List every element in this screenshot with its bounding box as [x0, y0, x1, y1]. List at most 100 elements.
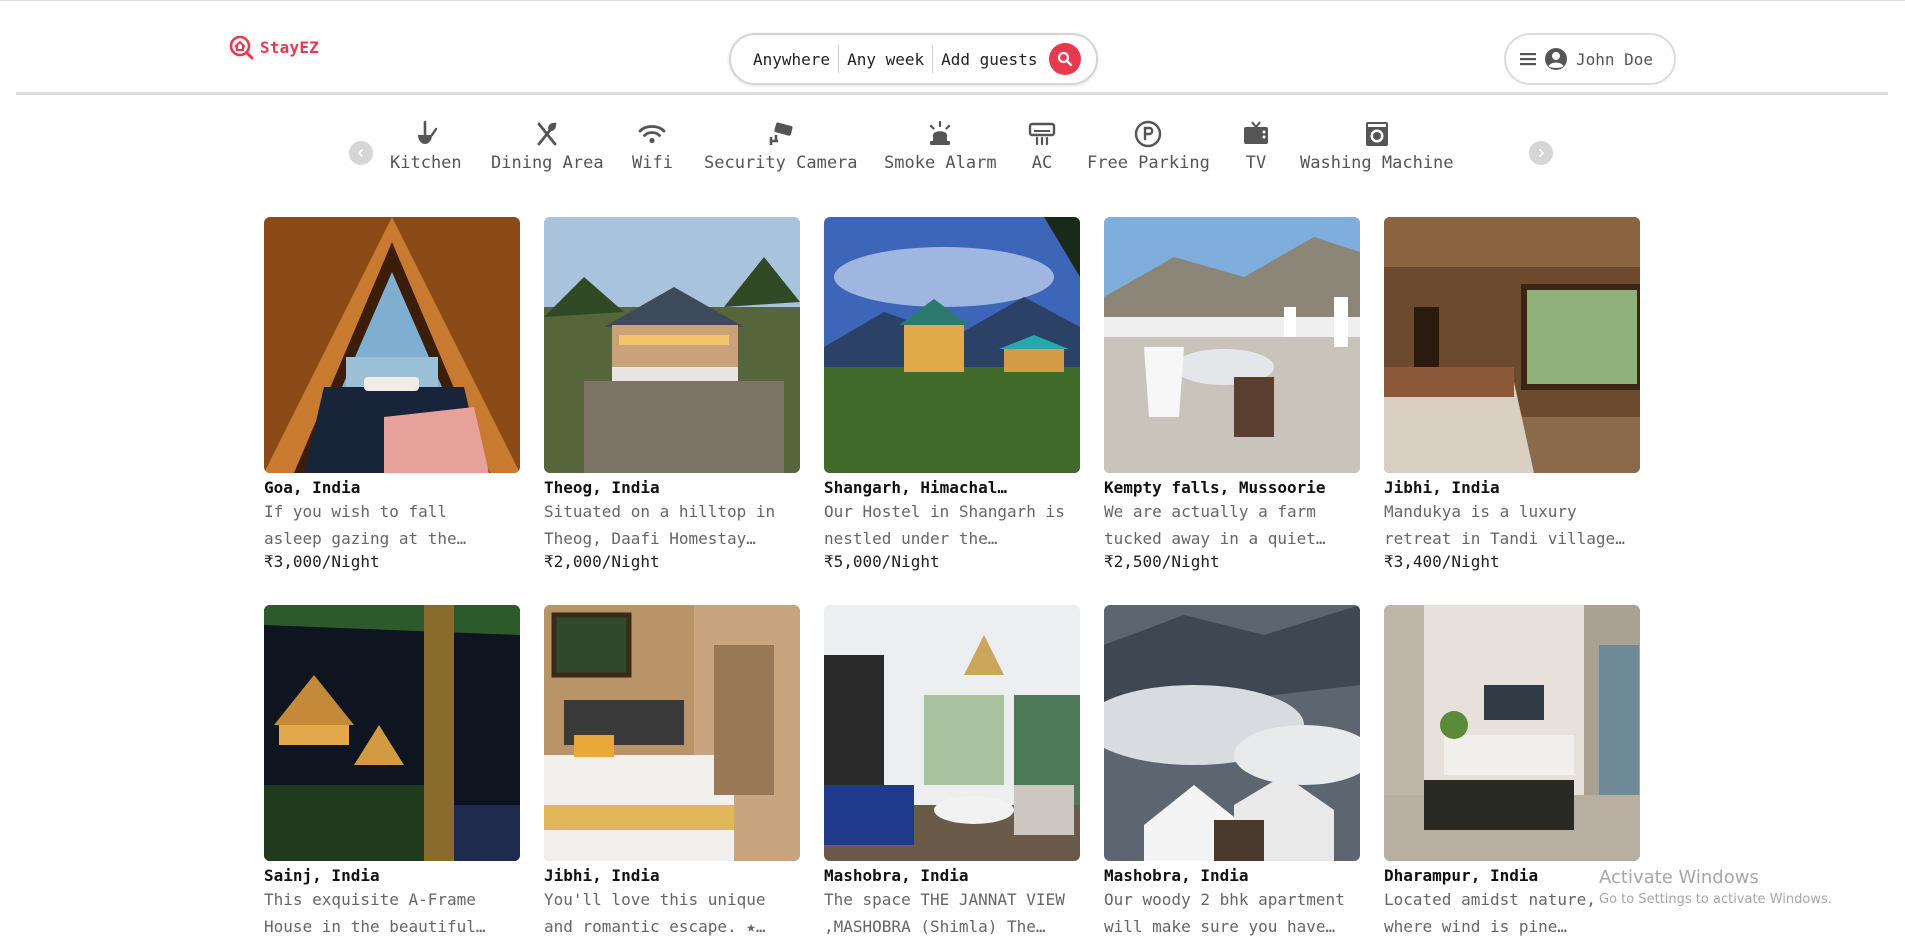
- listing-card[interactable]: Jibhi, India You'll love this unique and…: [544, 605, 800, 939]
- amenity-label: Security Camera: [704, 153, 858, 173]
- listing-image: [1104, 217, 1360, 473]
- search-where[interactable]: Anywhere: [745, 50, 838, 69]
- listing-description: You'll love this unique and romantic esc…: [544, 886, 800, 939]
- listing-image: [1384, 605, 1640, 861]
- amenity-label: TV: [1245, 153, 1267, 173]
- listing-description: Mandukya is a luxury retreat in Tandi vi…: [1384, 498, 1640, 552]
- listing-desc-line: We are actually a farm: [1104, 502, 1316, 521]
- listing-desc-line: and romantic escape. ★…: [544, 917, 766, 936]
- search-guests[interactable]: Add guests: [933, 50, 1045, 69]
- listing-photo[interactable]: [264, 217, 520, 473]
- listing-image: [824, 217, 1080, 473]
- listing-desc-line: Our Hostel in Shangarh is: [824, 502, 1065, 521]
- listing-price: ₹3,000/Night: [264, 552, 380, 571]
- fork-knife-icon: [537, 122, 557, 146]
- listing-title: Kempty falls, Mussoorie: [1104, 478, 1326, 497]
- listing-photo[interactable]: [1104, 217, 1360, 473]
- listing-photo[interactable]: [824, 217, 1080, 473]
- amenity-label: Washing Machine: [1300, 153, 1454, 173]
- listing-desc-line: Situated on a hilltop in: [544, 502, 776, 521]
- search-when[interactable]: Any week: [839, 50, 932, 69]
- listing-desc-line: tucked away in a quiet…: [1104, 529, 1326, 548]
- listing-photo[interactable]: [824, 605, 1080, 861]
- user-menu-button[interactable]: John Doe: [1504, 33, 1676, 85]
- alarm-icon: [930, 120, 951, 145]
- listing-desc-line: asleep gazing at the…: [264, 529, 467, 548]
- listing-desc-line: You'll love this unique: [544, 890, 766, 909]
- listing-card[interactable]: Theog, India Situated on a hilltop in Th…: [544, 217, 800, 571]
- amenity-kitchen[interactable]: Kitchen: [390, 119, 462, 173]
- security-camera-icon: [769, 122, 793, 145]
- listing-image: [1384, 217, 1640, 473]
- listing-image: [264, 605, 520, 861]
- amenity-ac[interactable]: AC: [1027, 119, 1057, 173]
- listing-card[interactable]: Mashobra, India The space THE JANNAT VIE…: [824, 605, 1080, 939]
- listing-desc-line: ,MASHOBRA (Shimla) The…: [824, 917, 1046, 936]
- listing-photo[interactable]: [264, 605, 520, 861]
- listing-card[interactable]: Goa, India If you wish to fall asleep ga…: [264, 217, 520, 571]
- listing-card[interactable]: Sainj, India This exquisite A-Frame Hous…: [264, 605, 520, 939]
- listing-photo[interactable]: [1384, 605, 1640, 861]
- listing-description: Situated on a hilltop in Theog, Daafi Ho…: [544, 498, 800, 552]
- washing-machine-icon: [1365, 122, 1388, 146]
- amenity-label: Free Parking: [1087, 153, 1210, 173]
- listing-card[interactable]: Shangarh, Himachal… Our Hostel in Shanga…: [824, 217, 1080, 571]
- listing-title: Jibhi, India: [544, 866, 660, 885]
- user-circle-icon: [1545, 48, 1567, 70]
- tv-icon: [1244, 121, 1268, 144]
- listing-card[interactable]: Kempty falls, Mussoorie We are actually …: [1104, 217, 1360, 571]
- listing-desc-line: nestled under the…: [824, 529, 998, 548]
- header: StayEZ Anywhere Any week Add guests John…: [0, 0, 1905, 96]
- listing-desc-line: Our woody 2 bhk apartment: [1104, 890, 1345, 909]
- listing-price: ₹2,500/Night: [1104, 552, 1220, 571]
- listing-desc-line: Mandukya is a luxury: [1384, 502, 1577, 521]
- listing-desc-line: retreat in Tandi village…: [1384, 529, 1625, 548]
- listing-photo[interactable]: [1104, 605, 1360, 861]
- listing-description: We are actually a farm tucked away in a …: [1104, 498, 1360, 552]
- amenity-wifi[interactable]: Wifi: [632, 119, 673, 173]
- listing-photo[interactable]: [544, 605, 800, 861]
- listing-title: Jibhi, India: [1384, 478, 1500, 497]
- listing-description: If you wish to fall asleep gazing at the…: [264, 498, 520, 552]
- listing-image: [824, 605, 1080, 861]
- air-conditioner-icon: [1028, 122, 1056, 146]
- listing-image: [264, 217, 520, 473]
- amenity-label: AC: [1031, 153, 1053, 173]
- listing-title: Mashobra, India: [1104, 866, 1249, 885]
- header-divider: [16, 92, 1888, 95]
- listing-price: ₹5,000/Night: [824, 552, 940, 571]
- listing-title: Shangarh, Himachal…: [824, 478, 1008, 497]
- listing-description: Our Hostel in Shangarh is nestled under …: [824, 498, 1080, 552]
- listing-image: [544, 605, 800, 861]
- listing-card[interactable]: Mashobra, India Our woody 2 bhk apartmen…: [1104, 605, 1360, 939]
- amenity-smoke-alarm[interactable]: Smoke Alarm: [884, 119, 997, 173]
- watermark-title: Activate Windows: [1599, 867, 1759, 888]
- hamburger-icon: [1520, 53, 1536, 66]
- amenity-security-camera[interactable]: Security Camera: [704, 119, 858, 173]
- listing-photo[interactable]: [1384, 217, 1640, 473]
- listing-desc-line: Theog, Daafi Homestay…: [544, 529, 756, 548]
- listing-card[interactable]: Jibhi, India Mandukya is a luxury retrea…: [1384, 217, 1640, 571]
- listing-photo[interactable]: [544, 217, 800, 473]
- amenity-washing-machine[interactable]: Washing Machine: [1300, 119, 1454, 173]
- listing-price: ₹3,400/Night: [1384, 552, 1500, 571]
- amenity-tv[interactable]: TV: [1241, 119, 1271, 173]
- scroll-right-button[interactable]: [1529, 141, 1553, 165]
- listing-price: ₹2,000/Night: [544, 552, 660, 571]
- listing-desc-line: House in the beautiful…: [264, 917, 486, 936]
- scroll-left-button[interactable]: [349, 141, 373, 165]
- search-button[interactable]: [1049, 43, 1082, 75]
- amenity-label: Wifi: [632, 153, 673, 173]
- listing-description: This exquisite A-Frame House in the beau…: [264, 886, 520, 939]
- amenity-label: Kitchen: [390, 153, 462, 173]
- amenities-bar: Kitchen Dining Area Wifi Security Camera: [0, 115, 1905, 185]
- amenity-free-parking[interactable]: Free Parking: [1087, 119, 1210, 173]
- listing-description: Our woody 2 bhk apartment will make sure…: [1104, 886, 1360, 939]
- logo[interactable]: StayEZ: [228, 34, 319, 60]
- amenity-label: Smoke Alarm: [884, 153, 997, 173]
- listing-desc-line: The space THE JANNAT VIEW: [824, 890, 1065, 909]
- search-bar[interactable]: Anywhere Any week Add guests: [729, 33, 1098, 85]
- listing-title: Goa, India: [264, 478, 361, 497]
- listing-title: Mashobra, India: [824, 866, 969, 885]
- amenity-dining-area[interactable]: Dining Area: [491, 119, 604, 173]
